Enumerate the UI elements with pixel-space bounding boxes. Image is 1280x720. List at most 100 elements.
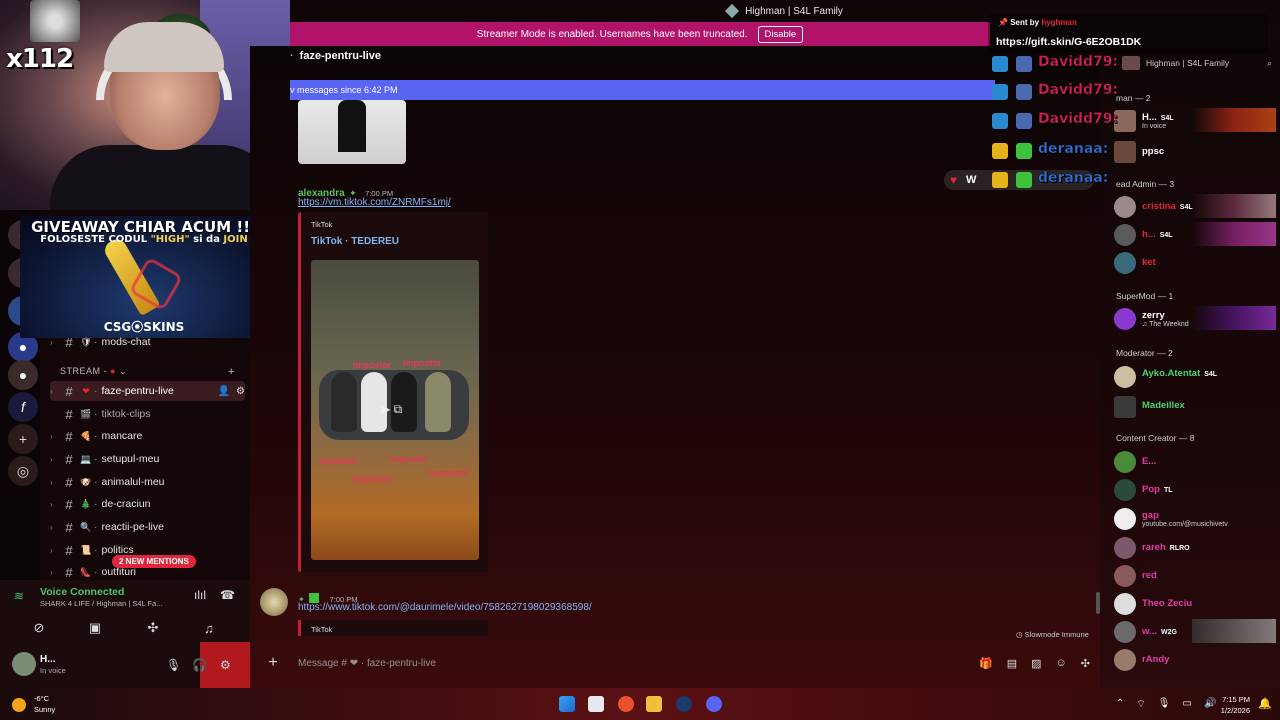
- wifi-icon[interactable]: ⌔: [1136, 698, 1145, 711]
- channel-mods-chat[interactable]: › # 🛡 · mods-chat: [50, 332, 245, 352]
- avatar: [1114, 649, 1136, 671]
- avatar: [1114, 451, 1136, 473]
- channel-mancare[interactable]: › # 🍕 · mancare: [50, 426, 245, 446]
- signal-icon[interactable]: ≋: [14, 589, 24, 603]
- member-row[interactable]: rareh RLRO: [1112, 535, 1276, 559]
- giveaway-overlay: GIVEAWAY CHIAR ACUM !!! FOLOSESTE CODUL …: [20, 216, 268, 338]
- channel-animalul-meu[interactable]: › # 🐶 · animalul-meu: [50, 472, 245, 492]
- channel-setupul-meu[interactable]: › # 💻 · setupul-meu: [50, 449, 245, 469]
- settings-icon[interactable]: ⚙: [220, 658, 231, 672]
- avatar: [1114, 593, 1136, 615]
- member-row[interactable]: rAndy: [1112, 647, 1276, 671]
- embed-title[interactable]: TikTok · TEDEREU: [311, 236, 399, 247]
- sticker-icon[interactable]: ▨: [1031, 657, 1041, 670]
- gift-notification: 📌 Sent by hyghman https://gift.skin/G-6E…: [988, 14, 1268, 54]
- new-mentions-badge[interactable]: 2 NEW MENTIONS: [112, 555, 196, 568]
- channel-tiktok-clips[interactable]: # 🎬 · tiktok-clips: [50, 404, 245, 424]
- overlay-chat-name: Davidd79:: [1038, 111, 1119, 127]
- category-stream[interactable]: STREAM - ● ⌄: [60, 366, 127, 377]
- member-row[interactable]: Madeillex: [1112, 394, 1276, 418]
- temperature: -6°C: [34, 694, 50, 703]
- member-row[interactable]: E...: [1112, 449, 1276, 473]
- member-row[interactable]: h... S4L: [1112, 222, 1276, 246]
- new-messages-bar[interactable]: v messages since 6:42 PM: [290, 80, 995, 100]
- soundboard-icon[interactable]: ♫: [184, 618, 234, 638]
- member-row[interactable]: red: [1112, 563, 1276, 587]
- banner-text: Streamer Mode is enabled. Usernames have…: [476, 28, 748, 40]
- message-composer: + Message # ❤ · faze-pentru-live 🎁 ▤ ▨ ☺…: [258, 648, 1096, 678]
- channel-reactii-pe-live[interactable]: › # 🔍 · reactii-pe-live: [50, 517, 245, 537]
- search-bar[interactable]: Highman | S4L Family ⌕: [1122, 54, 1272, 72]
- windows-start-icon[interactable]: [559, 696, 575, 712]
- disconnect-icon[interactable]: ☎: [220, 588, 235, 602]
- previous-image-attachment[interactable]: [298, 100, 406, 164]
- search-icon[interactable]: ⌕: [1267, 58, 1272, 69]
- voice-status[interactable]: Voice Connected: [40, 586, 124, 598]
- avatar: [1114, 308, 1136, 330]
- screenshare-icon[interactable]: ▣: [70, 618, 120, 638]
- badge-icon: [1016, 113, 1032, 129]
- avatar[interactable]: [260, 588, 288, 616]
- member-row[interactable]: Pop TL: [1112, 477, 1276, 501]
- taskview-icon[interactable]: [588, 696, 604, 712]
- member-row[interactable]: zerry ♫ The Weeknd: [1112, 306, 1276, 330]
- member-row[interactable]: Theo Zeciu: [1112, 591, 1276, 615]
- avatar[interactable]: [12, 652, 36, 676]
- member-row[interactable]: w... W2G: [1112, 619, 1276, 643]
- network-icon[interactable]: ▭: [1183, 698, 1192, 711]
- gif-icon[interactable]: ▤: [1007, 657, 1017, 670]
- add-channel-icon[interactable]: +: [228, 366, 234, 378]
- notification-icon[interactable]: 🔔: [1258, 697, 1272, 710]
- disable-button[interactable]: Disable: [757, 25, 804, 43]
- mic-icon[interactable]: 🎙: [166, 658, 181, 672]
- video-caption: impostor: [403, 358, 442, 368]
- gift-sender: 📌 Sent by hyghman: [998, 18, 1077, 27]
- avatar: [1114, 621, 1136, 643]
- clock[interactable]: 7:15 PM 1/2/2026: [1212, 694, 1250, 716]
- discord-icon[interactable]: [706, 696, 722, 712]
- emoji-icon[interactable]: ☺: [1056, 657, 1067, 670]
- activities-icon[interactable]: ✣: [128, 618, 178, 638]
- alert-avatar: [30, 0, 80, 42]
- member-row[interactable]: gap youtube.com/@musichivetv: [1112, 506, 1276, 530]
- attach-button[interactable]: +: [258, 654, 288, 672]
- discover-icon[interactable]: ◎: [8, 456, 38, 486]
- headphones-icon[interactable]: 🎧: [192, 658, 207, 672]
- camera-off-icon[interactable]: ⊘: [14, 618, 64, 638]
- noise-icon[interactable]: ılıl: [194, 588, 206, 602]
- message-link[interactable]: https://www.tiktok.com/@daurimele/video/…: [298, 602, 592, 613]
- mic-icon[interactable]: 🎙: [1158, 698, 1171, 711]
- invite-icon[interactable]: 👤: [218, 386, 230, 397]
- server-icon[interactable]: ●: [8, 360, 38, 390]
- video-caption: impostor: [353, 474, 392, 484]
- member-row[interactable]: cristina S4L: [1112, 194, 1276, 218]
- add-server-icon[interactable]: +: [8, 424, 38, 454]
- member-row[interactable]: ket: [1112, 250, 1276, 274]
- server-icon[interactable]: f: [8, 392, 38, 422]
- channel-de-craciun[interactable]: › # 🎄 · de-craciun: [50, 494, 245, 514]
- video-thumbnail[interactable]: impostor impostor impostor impostor impo…: [311, 260, 479, 560]
- date: 1/2/2026: [1220, 706, 1250, 715]
- video-caption: impostor: [389, 454, 428, 464]
- member-row[interactable]: ppsc: [1112, 139, 1276, 163]
- chevron-up-icon[interactable]: ⌃: [1116, 698, 1124, 711]
- overlay-chat-name: deranaa:: [1038, 141, 1109, 157]
- message-link[interactable]: https://vm.tiktok.com/ZNRMFs1mj/: [298, 197, 451, 208]
- reaction-text: W: [966, 174, 977, 186]
- brave-icon[interactable]: [618, 696, 634, 712]
- avatar: [1114, 141, 1136, 163]
- message-input[interactable]: Message # ❤ · faze-pentru-live: [298, 658, 436, 669]
- member-category: Content Creator — 8: [1116, 433, 1195, 443]
- gear-icon[interactable]: ⚙: [236, 386, 245, 397]
- badge-icon: [992, 113, 1008, 129]
- voice-panel: ≋ Voice Connected SHARK 4 LIFE / Highman…: [0, 580, 250, 688]
- member-row[interactable]: Ayko.Atentat S4L: [1112, 364, 1276, 388]
- channel-faze-pentru-live[interactable]: › # ❤ · faze-pentru-live 👤 ⚙: [50, 381, 245, 401]
- steam-icon[interactable]: [676, 696, 692, 712]
- gift-icon[interactable]: 🎁: [979, 657, 993, 670]
- folder-icon[interactable]: [646, 696, 662, 712]
- play-icon[interactable]: ▶ ⧉: [381, 402, 402, 417]
- apps-icon[interactable]: ✣: [1081, 657, 1090, 670]
- giveaway-subtitle: FOLOSESTE CODUL "HIGH" si da JOIN: [40, 234, 248, 245]
- member-row[interactable]: H... S4L In voice: [1112, 108, 1276, 132]
